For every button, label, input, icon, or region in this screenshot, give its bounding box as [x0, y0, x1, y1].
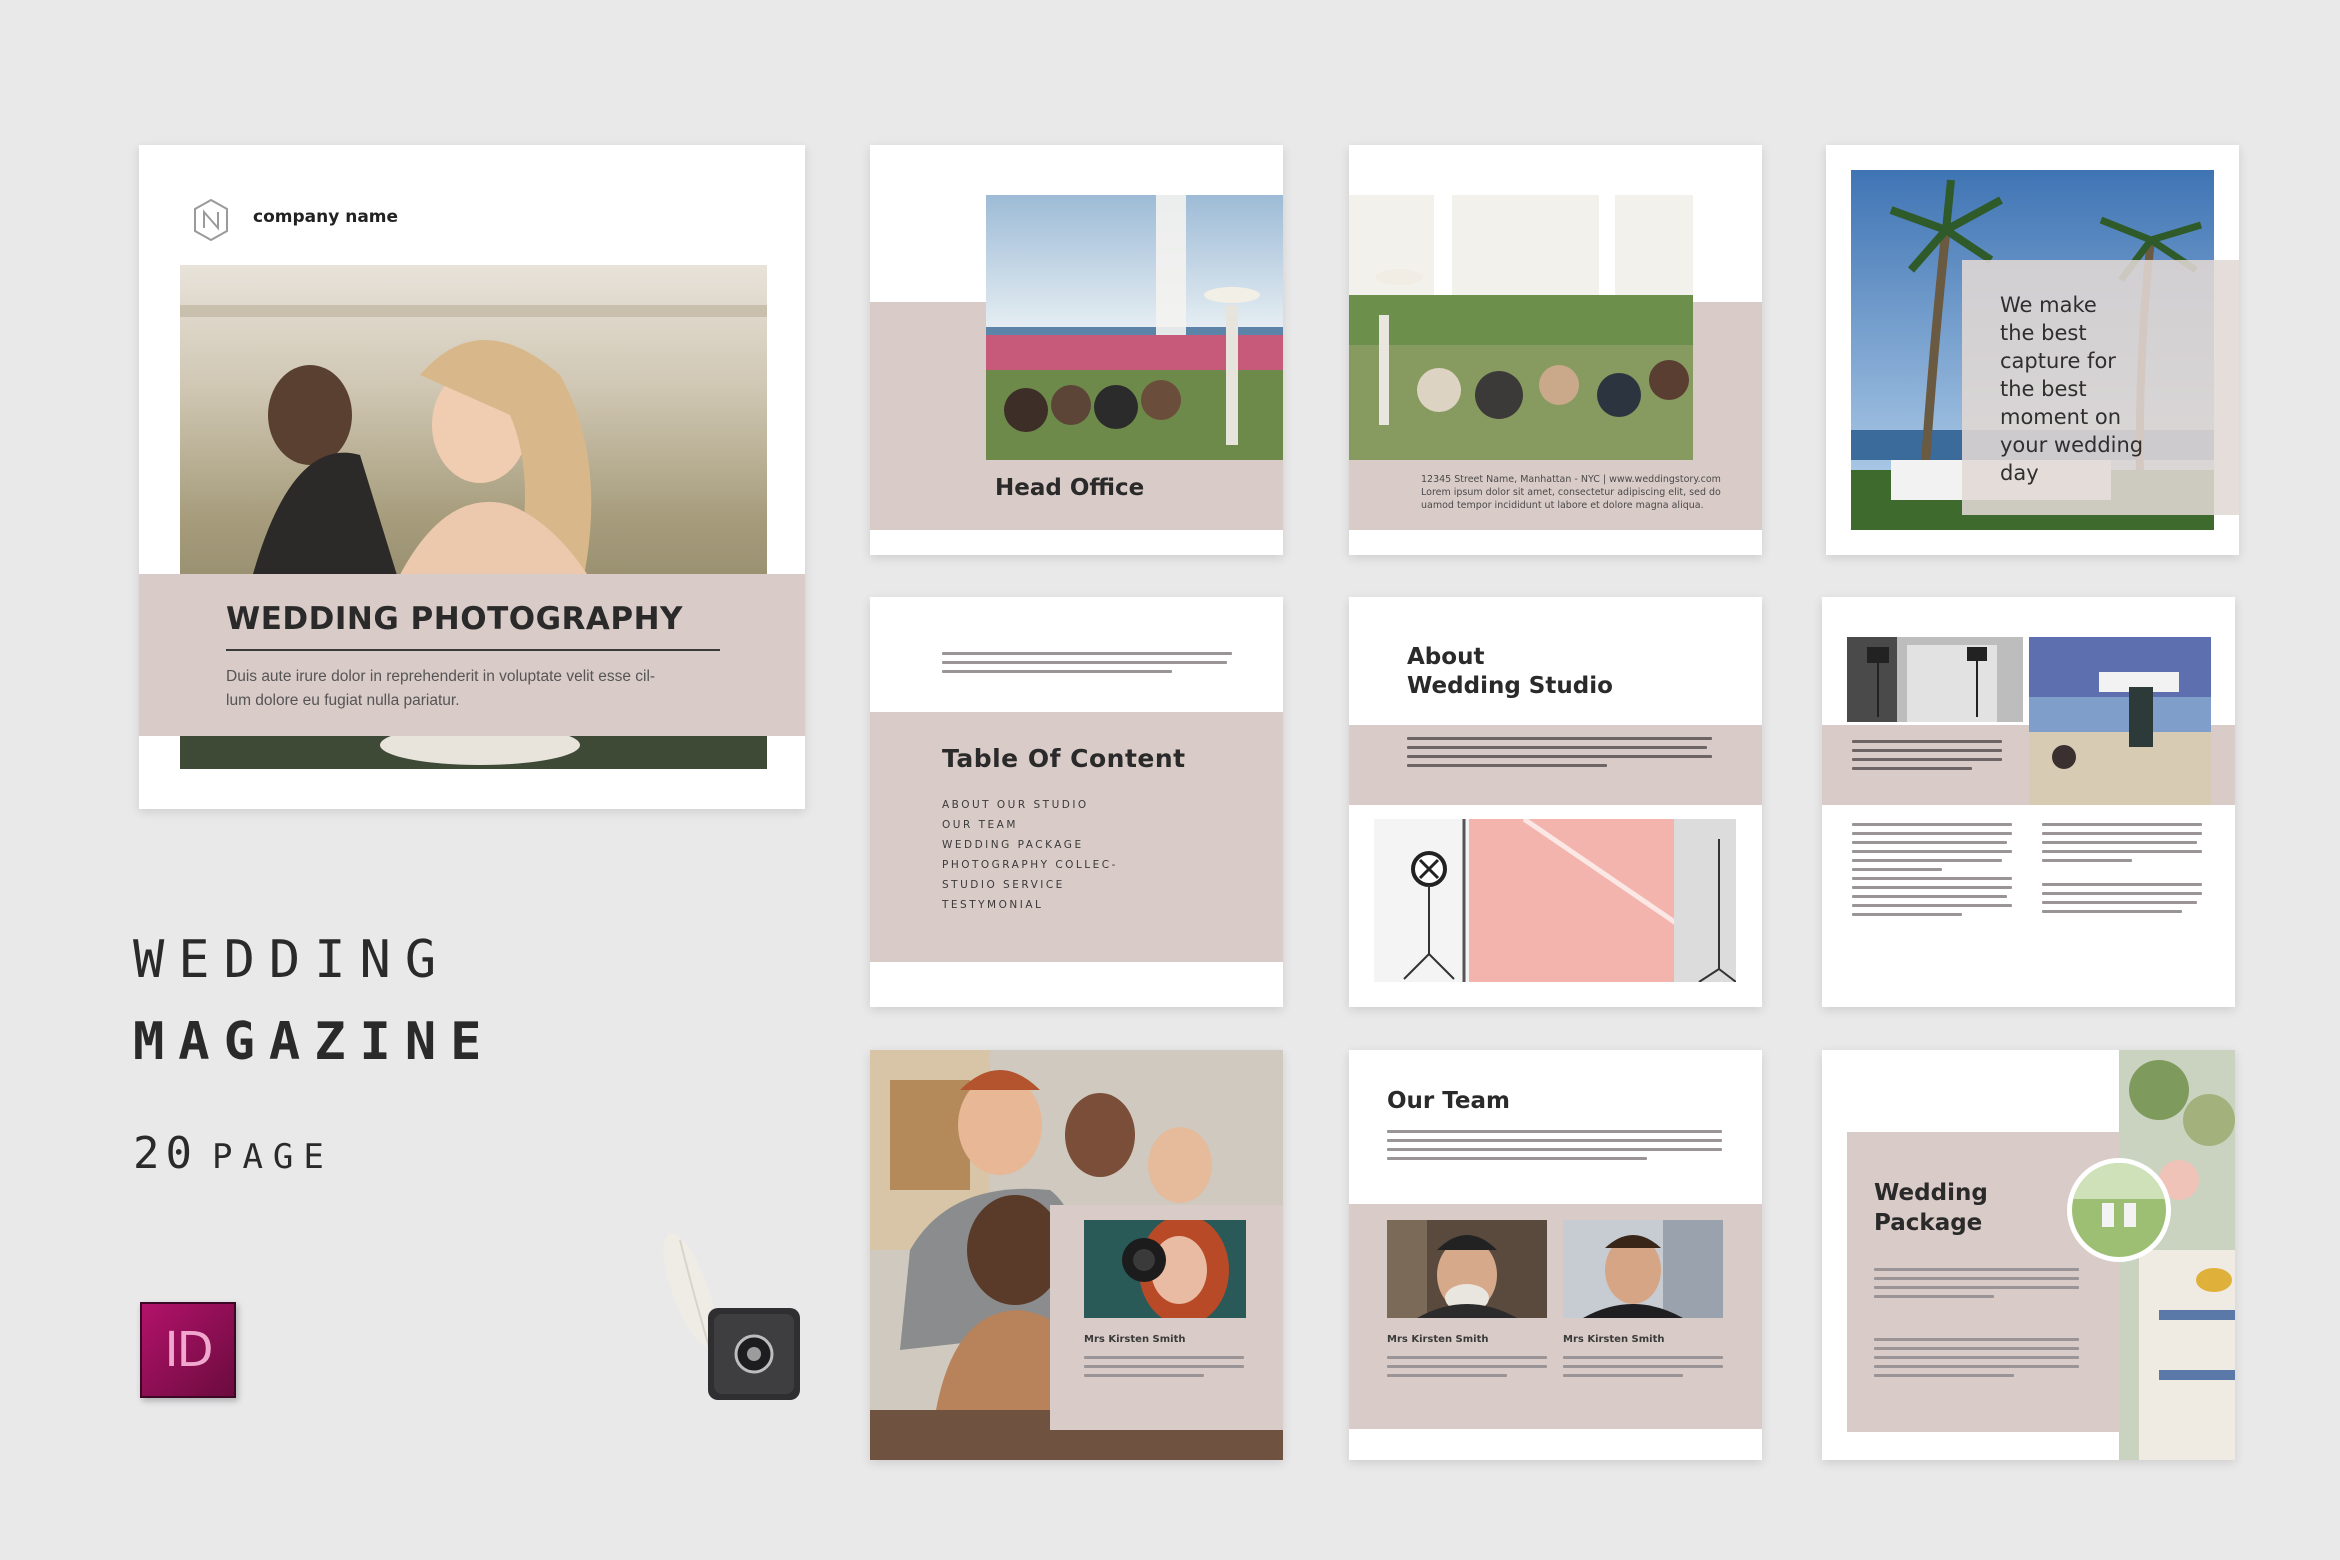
page-head-office: Head Office	[870, 145, 1283, 555]
package-filler-2	[1874, 1338, 2079, 1383]
team-intro-caption: Mrs Kirsten Smith	[1084, 1334, 1186, 1345]
about-title-line: Wedding Studio	[1407, 673, 1613, 699]
cover-page: company name WEDDING PHOTOGRAPHY Duis au…	[139, 145, 805, 809]
studio-right-column	[2042, 823, 2202, 919]
cover-title: WEDDING PHOTOGRAPHY	[226, 601, 683, 637]
page-about-studio: About Wedding Studio	[1349, 597, 1762, 1007]
photographer-photo	[1084, 1220, 1246, 1318]
quote-line: the best	[2000, 377, 2087, 401]
cover-title-rule	[226, 649, 720, 651]
team-member-caption-left: Mrs Kirsten Smith	[1387, 1334, 1489, 1345]
beach-shoot-photo	[2029, 637, 2211, 805]
toc-list: ABOUT OUR STUDIO OUR TEAM WEDDING PACKAG…	[942, 799, 1118, 919]
toc-item[interactable]: PHOTOGRAPHY COLLEC-	[942, 859, 1118, 871]
package-title-line: Package	[1874, 1210, 1983, 1236]
toc-title: Table Of Content	[942, 744, 1186, 773]
toc-item[interactable]: OUR TEAM	[942, 819, 1118, 831]
toc-item[interactable]: ABOUT OUR STUDIO	[942, 799, 1118, 811]
toc-item[interactable]: STUDIO SERVICE	[942, 879, 1118, 891]
caption-page-count: 20 PAGE	[133, 1128, 334, 1179]
ceremony-photo	[986, 195, 1283, 460]
quote-line: moment on	[2000, 405, 2122, 429]
page-table-of-content: Table Of Content ABOUT OUR STUDIO OUR TE…	[870, 597, 1283, 1007]
page-count-word: PAGE	[211, 1137, 334, 1177]
caption-wedding: WEDDING	[133, 930, 451, 990]
indesign-icon: ID	[140, 1302, 236, 1398]
quote-line: the best	[2000, 321, 2087, 345]
toc-item[interactable]: TESTYMONIAL	[942, 899, 1118, 911]
team-left-filler	[1387, 1356, 1547, 1383]
address-line: Lorem ipsum dolor sit amet, consectetur …	[1421, 487, 1721, 498]
company-name: company name	[253, 207, 399, 227]
package-badge	[2067, 1158, 2171, 1262]
team-right-filler	[1563, 1356, 1723, 1383]
page-our-team: Our Team Mrs Kirsten Smith Mrs Kirsten S…	[1349, 1050, 1762, 1460]
team-member-photo-left	[1387, 1220, 1547, 1318]
team-member-photo-right	[1563, 1220, 1723, 1318]
page-address: 12345 Street Name, Manhattan - NYC | www…	[1349, 145, 1762, 555]
page-quote: We make the best capture for the best mo…	[1826, 145, 2239, 555]
studio-left-column	[1852, 823, 2012, 922]
package-title-line: Wedding	[1874, 1180, 1988, 1206]
about-title-line: About	[1407, 644, 1485, 670]
about-title: About Wedding Studio	[1407, 643, 1613, 701]
team-member-caption-right: Mrs Kirsten Smith	[1563, 1334, 1665, 1345]
studio-italic-filler	[1852, 740, 2002, 776]
page-studio-gallery	[1822, 597, 2235, 1007]
quote-line: We make	[2000, 293, 2097, 317]
page-wedding-package: Wedding Package	[1822, 1050, 2235, 1460]
address-line: uamod tempor incididunt ut labore et dol…	[1421, 500, 1704, 511]
chairs-lawn-photo	[2072, 1163, 2166, 1257]
camera-stamp-icon	[663, 1233, 800, 1400]
page-team-intro: Mrs Kirsten Smith	[870, 1050, 1283, 1460]
page-count-number: 20	[133, 1128, 198, 1179]
head-office-title: Head Office	[995, 475, 1145, 501]
cover-description: Duis aute irure dolor in reprehenderit i…	[226, 665, 726, 713]
package-title: Wedding Package	[1874, 1178, 1988, 1238]
cover-description-line: Duis aute irure dolor in reprehenderit i…	[226, 668, 656, 685]
quote-line: day	[2000, 461, 2039, 485]
toc-intro-filler	[942, 652, 1232, 679]
indesign-icon-label: ID	[164, 1322, 213, 1378]
quote-line: capture for	[2000, 349, 2116, 373]
team-intro-filler	[1084, 1356, 1244, 1383]
quote-line: your wedding	[2000, 433, 2144, 457]
package-filler-1	[1874, 1268, 2079, 1304]
quote-text: We make the best capture for the best mo…	[2000, 291, 2143, 487]
studio-backdrop-photo	[1374, 819, 1736, 982]
cover-description-line: lum dolore eu fugiat nulla pariatur.	[226, 692, 460, 709]
address-text: 12345 Street Name, Manhattan - NYC | www…	[1421, 473, 1721, 512]
about-filler	[1407, 737, 1712, 773]
ceremony-wide-photo	[1349, 195, 1693, 460]
caption-magazine: MAGAZINE	[133, 1012, 496, 1072]
our-team-filler	[1387, 1130, 1722, 1166]
address-line: 12345 Street Name, Manhattan - NYC | www…	[1421, 474, 1721, 485]
studio-lights-photo	[1847, 637, 2023, 722]
toc-item[interactable]: WEDDING PACKAGE	[942, 839, 1118, 851]
our-team-title: Our Team	[1387, 1088, 1510, 1114]
logo-mark-icon	[194, 198, 228, 242]
